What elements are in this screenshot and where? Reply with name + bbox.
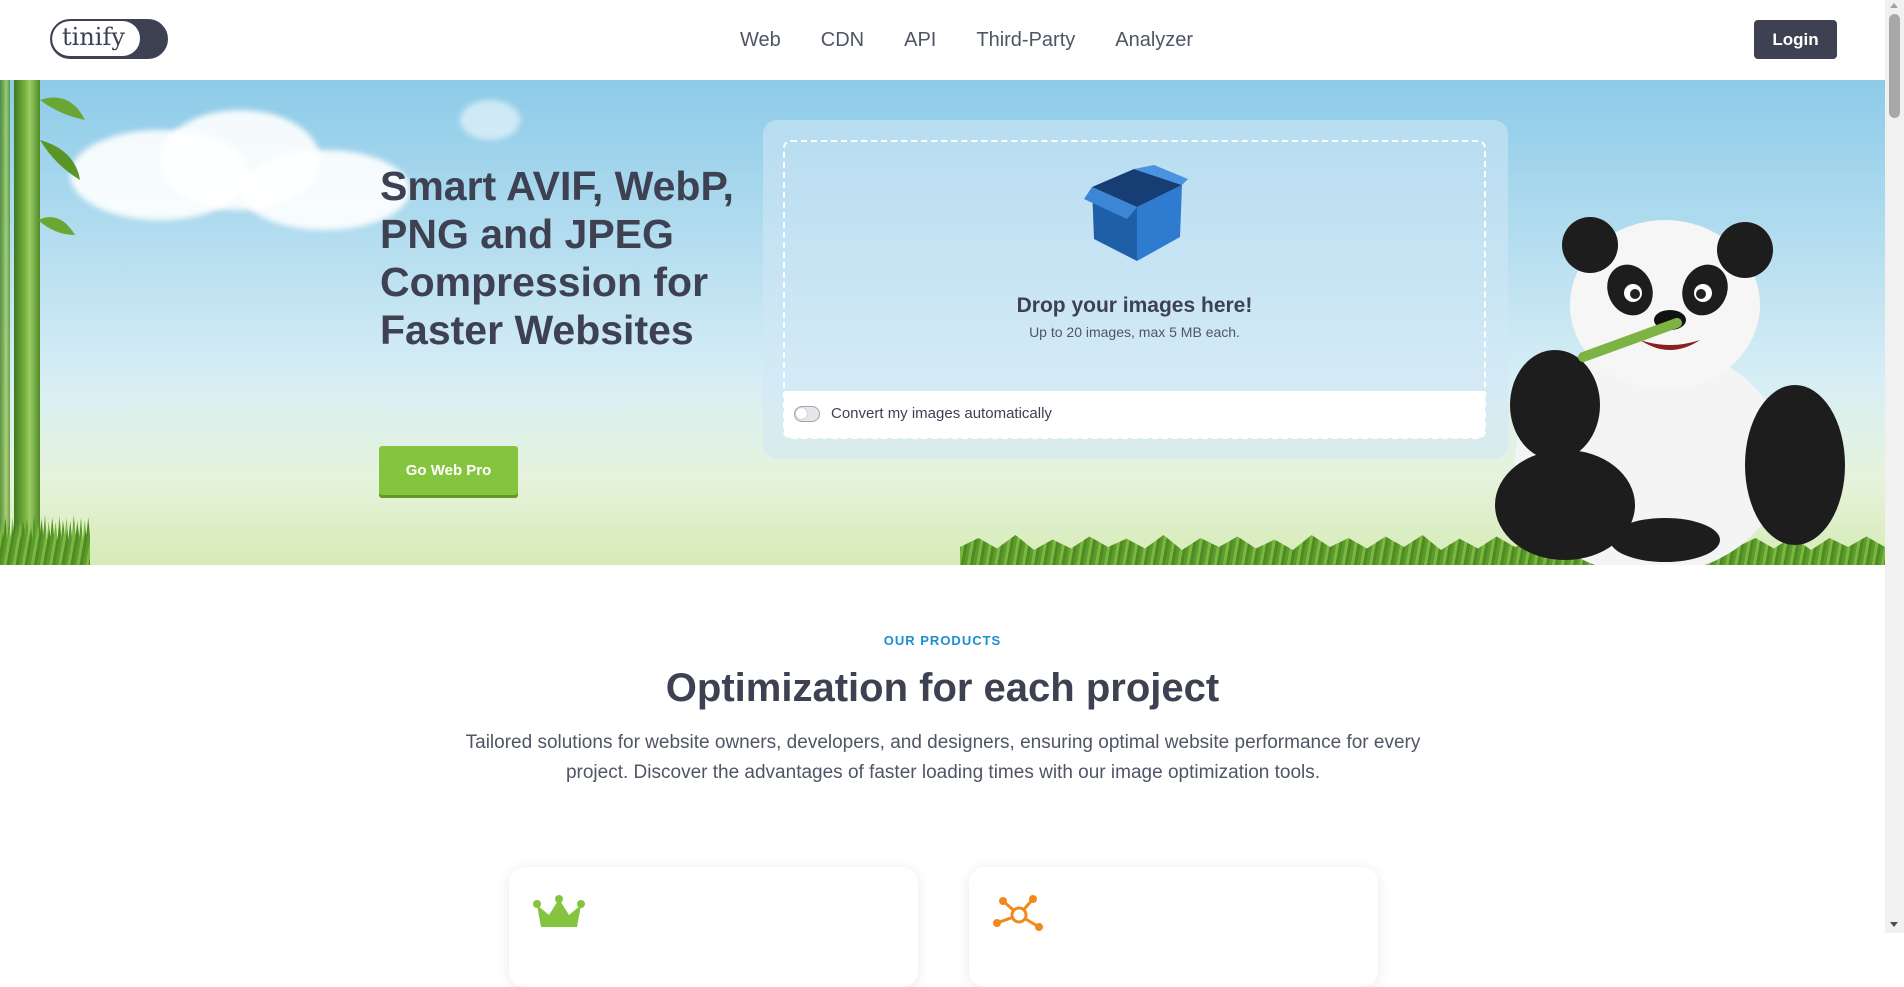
panda-mascot-icon — [1495, 217, 1845, 565]
nav-cdn[interactable]: CDN — [821, 28, 864, 52]
crown-icon — [533, 895, 585, 927]
site-header: tinify Web CDN API Third-Party Analyzer … — [0, 0, 1885, 80]
bamboo-leaves-icon — [38, 97, 85, 235]
cloud-decoration — [460, 100, 520, 140]
network-icon — [993, 895, 1043, 931]
auto-convert-toggle[interactable] — [794, 406, 820, 422]
hero-section: Smart AVIF, WebP, PNG and JPEG Compressi… — [0, 80, 1885, 565]
scroll-down-icon[interactable] — [1890, 922, 1898, 927]
scroll-up-icon[interactable] — [1890, 3, 1898, 8]
auto-convert-label[interactable]: Convert my images automatically — [831, 405, 1052, 422]
section-title: Optimization for each project — [665, 666, 1220, 710]
nav-analyzer[interactable]: Analyzer — [1115, 28, 1193, 52]
nav-web[interactable]: Web — [740, 28, 781, 52]
product-card-api[interactable] — [969, 867, 1378, 987]
hero-title: Smart AVIF, WebP, PNG and JPEG Compressi… — [380, 163, 734, 353]
section-description: Tailored solutions for website owners, d… — [465, 732, 1421, 783]
page-scrollbar[interactable] — [1885, 0, 1904, 933]
box-icon — [1084, 165, 1188, 261]
go-web-pro-button[interactable]: Go Web Pro — [379, 446, 518, 495]
logo-text: tinify — [52, 21, 140, 56]
dropzone-subtitle: Up to 20 images, max 5 MB each. — [1029, 324, 1240, 340]
product-card-web[interactable] — [509, 867, 918, 987]
dropzone-title: Drop your images here! — [1016, 294, 1253, 317]
nav-third-party[interactable]: Third-Party — [976, 28, 1075, 52]
toggle-knob — [796, 408, 807, 419]
login-button[interactable]: Login — [1754, 20, 1837, 59]
main-nav: Web CDN API Third-Party Analyzer — [740, 28, 1193, 52]
scroll-thumb[interactable] — [1889, 14, 1900, 118]
section-eyebrow: OUR PRODUCTS — [883, 633, 1002, 648]
tinify-logo[interactable]: tinify — [50, 19, 168, 59]
nav-api[interactable]: API — [904, 28, 936, 52]
